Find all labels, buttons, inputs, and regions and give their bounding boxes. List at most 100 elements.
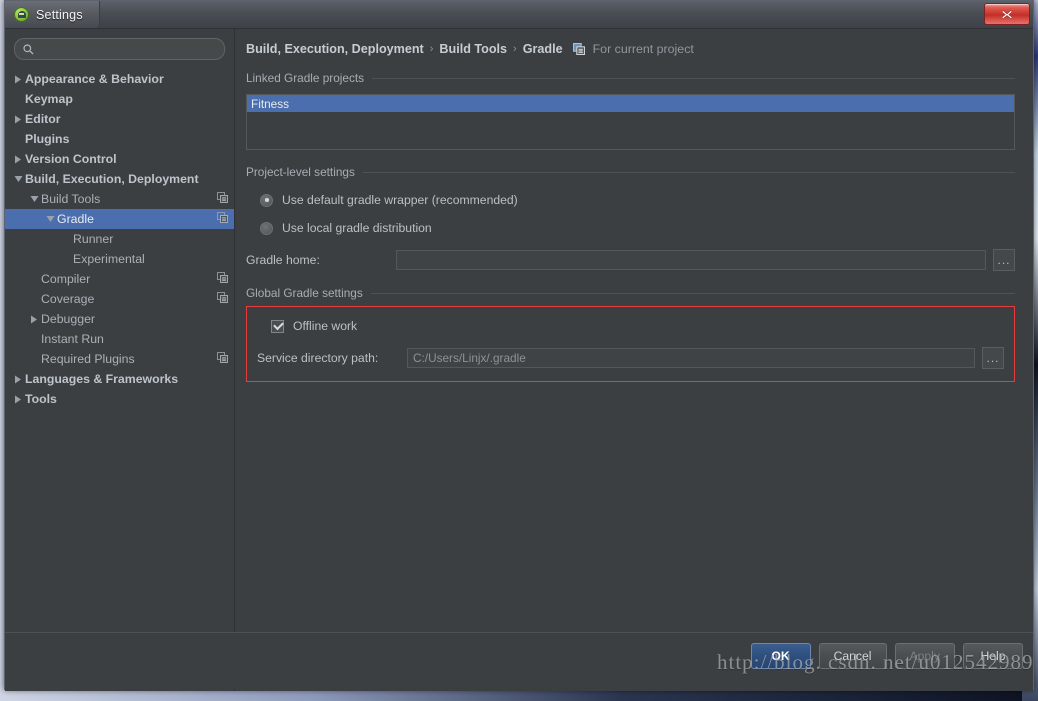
sidebar-item-label: Languages & Frameworks (25, 372, 179, 386)
service-directory-label: Service directory path: (257, 351, 379, 365)
twisty-toggle[interactable] (43, 215, 57, 223)
twisty-toggle[interactable] (27, 315, 41, 324)
global-settings-header: Global Gradle settings (246, 286, 1015, 300)
sidebar-item-gradle[interactable]: Gradle (5, 209, 234, 229)
twisty-toggle[interactable] (11, 375, 25, 384)
radio-button-icon[interactable] (260, 221, 273, 235)
twisty-toggle[interactable] (11, 75, 25, 84)
linked-project-name: Fitness (251, 96, 290, 111)
twisty-toggle[interactable] (27, 195, 41, 203)
sidebar-item-experimental[interactable]: Experimental (5, 249, 234, 269)
breadcrumb-note: For current project (592, 42, 694, 56)
chevron-down-icon (46, 216, 54, 222)
sidebar-item-debugger[interactable]: Debugger (5, 309, 234, 329)
settings-sidebar: Appearance & Behavior Keymap Editor Plugins… (5, 29, 235, 691)
sidebar-item-plugins[interactable]: Plugins (5, 129, 234, 149)
search-box[interactable] (14, 38, 225, 60)
project-scope-icon (217, 272, 228, 283)
project-scope-icon-wrap[interactable] (217, 192, 228, 206)
sidebar-item-languages-frameworks[interactable]: Languages & Frameworks (5, 369, 234, 389)
global-settings-label: Global Gradle settings (246, 286, 363, 300)
twisty-toggle[interactable] (11, 115, 25, 124)
gradle-home-label: Gradle home: (246, 253, 320, 267)
sidebar-item-keymap[interactable]: Keymap (5, 89, 234, 109)
sidebar-item-label: Plugins (25, 132, 70, 146)
search-container (5, 29, 234, 63)
chevron-right-icon (15, 375, 21, 383)
twisty-toggle[interactable] (11, 155, 25, 164)
sidebar-item-required-plugins[interactable]: Required Plugins (5, 349, 234, 369)
settings-window: Settings Appearance & Behavior Keymap Edit… (4, 0, 1034, 691)
radio-use-default-wrapper[interactable]: Use default gradle wrapper (recommended) (260, 193, 1015, 207)
settings-tree: Appearance & Behavior Keymap Editor Plugins… (5, 63, 234, 409)
gradle-settings-panel: Linked Gradle projects Fitness Project-l… (235, 71, 1033, 382)
project-scope-icon-wrap[interactable] (217, 352, 228, 366)
sidebar-item-label: Runner (73, 232, 114, 246)
dialog-button-bar: OK Cancel Apply Help (750, 643, 1023, 669)
service-directory-input[interactable]: C:/Users/Linjx/.gradle (407, 348, 975, 368)
close-button[interactable] (984, 3, 1030, 25)
sidebar-item-label: Gradle (57, 212, 94, 226)
linked-projects-list[interactable]: Fitness (246, 94, 1015, 150)
sidebar-item-runner[interactable]: Runner (5, 229, 234, 249)
close-icon (1001, 9, 1013, 19)
linked-projects-group: Linked Gradle projects Fitness (246, 71, 1015, 150)
sidebar-item-tools[interactable]: Tools (5, 389, 234, 409)
service-directory-browse-button[interactable]: ... (982, 347, 1004, 369)
gradle-home-row: Gradle home: ... (246, 249, 1015, 271)
project-scope-icon (217, 292, 228, 303)
project-level-label: Project-level settings (246, 165, 355, 179)
offline-work-row[interactable]: Offline work (271, 319, 1004, 333)
project-scope-icon (572, 43, 585, 55)
project-scope-icon-wrap[interactable] (217, 292, 228, 306)
sidebar-item-compiler[interactable]: Compiler (5, 269, 234, 289)
breadcrumb-separator: › (429, 43, 434, 55)
radio-button-icon[interactable] (260, 193, 273, 207)
sidebar-item-instant-run[interactable]: Instant Run (5, 329, 234, 349)
twisty-toggle[interactable] (11, 395, 25, 404)
title-bar: Settings (5, 1, 1033, 29)
chevron-right-icon (31, 315, 37, 323)
sidebar-item-label: Debugger (41, 312, 96, 326)
breadcrumb-scope-icon (572, 43, 585, 55)
radio-label: Use local gradle distribution (282, 221, 432, 235)
cancel-button[interactable]: Cancel (818, 643, 887, 669)
sidebar-item-appearance-behavior[interactable]: Appearance & Behavior (5, 69, 234, 89)
radio-use-local-distribution[interactable]: Use local gradle distribution (260, 221, 1015, 235)
sidebar-item-editor[interactable]: Editor (5, 109, 234, 129)
project-scope-icon-wrap[interactable] (217, 212, 228, 226)
sidebar-item-coverage[interactable]: Coverage (5, 289, 234, 309)
sidebar-item-build-tools[interactable]: Build Tools (5, 189, 234, 209)
linked-projects-label: Linked Gradle projects (246, 71, 365, 85)
breadcrumb-part[interactable]: Build Tools (439, 42, 507, 56)
gradle-home-browse-button[interactable]: ... (993, 249, 1015, 271)
project-level-group: Project-level settings Use default gradl… (246, 165, 1015, 271)
sidebar-item-build-execution-deployment[interactable]: Build, Execution, Deployment (5, 169, 234, 189)
sidebar-item-version-control[interactable]: Version Control (5, 149, 234, 169)
twisty-toggle[interactable] (11, 175, 25, 183)
search-icon (23, 43, 34, 54)
window-title: Settings (36, 7, 83, 22)
sidebar-item-label: Build, Execution, Deployment (25, 172, 199, 186)
sidebar-item-label: Version Control (25, 152, 117, 166)
gradle-home-input[interactable] (396, 250, 986, 270)
apply-button[interactable]: Apply (894, 643, 955, 669)
highlight-annotation-box: Offline work Service directory path: C:/… (246, 306, 1015, 382)
project-level-header: Project-level settings (246, 165, 1015, 179)
chevron-right-icon (15, 115, 21, 123)
breadcrumb-part[interactable]: Build, Execution, Deployment (246, 42, 424, 56)
service-directory-row: Service directory path: C:/Users/Linjx/.… (257, 347, 1004, 369)
breadcrumb-part[interactable]: Gradle (523, 42, 563, 56)
offline-work-checkbox[interactable] (271, 319, 284, 333)
project-scope-icon (217, 352, 228, 363)
project-scope-icon-wrap[interactable] (217, 272, 228, 286)
ok-button[interactable]: OK (750, 643, 811, 669)
window-body: Appearance & Behavior Keymap Editor Plugins… (5, 29, 1033, 691)
list-item[interactable]: Fitness (247, 95, 1014, 112)
sidebar-item-label: Experimental (73, 252, 145, 266)
sidebar-item-label: Editor (25, 112, 61, 126)
help-button[interactable]: Help (963, 643, 1023, 669)
dialog-footer: OK Cancel Apply Help (5, 632, 1033, 689)
search-input[interactable] (39, 42, 216, 56)
sidebar-item-label: Build Tools (41, 192, 101, 206)
